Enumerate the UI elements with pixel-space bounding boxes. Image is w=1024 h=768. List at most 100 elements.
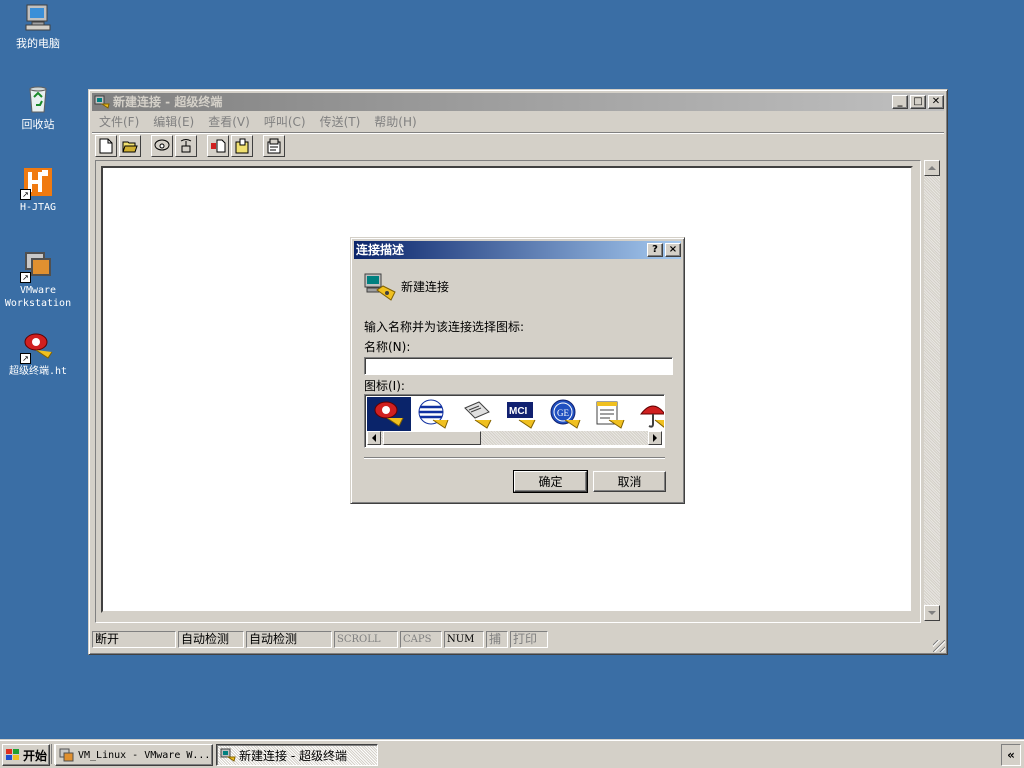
desktop-icon-hjtag[interactable]: ↗ H-JTAG — [0, 166, 76, 214]
properties-icon — [267, 138, 281, 154]
scroll-down-button[interactable] — [924, 605, 940, 621]
resize-grip[interactable] — [933, 640, 945, 652]
hyperterminal-icon — [94, 94, 110, 110]
menu-transfer[interactable]: 传送(T) — [313, 113, 368, 130]
receive-file-icon — [235, 138, 249, 154]
cancel-button[interactable]: 取消 — [593, 471, 666, 492]
icon-label: 图标(I): — [364, 379, 405, 393]
taskbar-item-label: 新建连接 - 超级终端 — [239, 748, 347, 763]
vmware-icon — [59, 747, 75, 763]
icon-option-ge-phone[interactable]: GE — [543, 397, 587, 431]
dialog-titlebar[interactable]: 连接描述 ? × — [354, 241, 681, 259]
minimize-button[interactable]: _ — [892, 95, 908, 109]
taskbar-item-vmware[interactable]: VM_Linux - VMware W... — [55, 744, 213, 766]
shortcut-arrow-icon: ↗ — [20, 189, 31, 200]
dialog-separator — [364, 457, 665, 459]
menu-help[interactable]: 帮助(H) — [367, 113, 423, 130]
status-detect-2: 自动检测 — [246, 631, 332, 648]
status-print: 打印 — [510, 631, 548, 648]
icon-option-globe-phone[interactable] — [411, 397, 455, 431]
windows-logo-icon — [5, 748, 21, 762]
vmware-icon: ↗ — [20, 249, 54, 283]
receive-button[interactable] — [231, 135, 253, 157]
taskbar-item-hyperterminal[interactable]: 新建连接 - 超级终端 — [216, 744, 378, 766]
icon-horizontal-scrollbar[interactable] — [367, 431, 662, 445]
ge-phone-icon: GE — [550, 399, 581, 429]
hyperterminal-icon — [220, 747, 236, 763]
status-scroll: SCROLL — [334, 631, 398, 648]
status-caps: CAPS — [400, 631, 442, 648]
hyperterminal-phone-icon: ↗ — [20, 330, 54, 364]
icon-option-red-phone[interactable] — [367, 397, 411, 431]
desktop-icon-my-computer[interactable]: 我的电脑 — [0, 2, 76, 50]
desktop-icon-vmware[interactable]: ↗ VMware Workstation — [0, 249, 76, 310]
red-phone-icon — [374, 401, 404, 427]
dialog-title: 连接描述 — [356, 243, 405, 257]
desktop-icon-label: 超级终端.ht — [8, 366, 68, 377]
hyperterminal-connection-icon — [363, 270, 397, 302]
connection-description-dialog: 连接描述 ? × 新建连接 输入名称并为该连接选择图标: 名称(N): 图标(I… — [350, 237, 685, 504]
desktop-icon-label: Workstation — [4, 298, 72, 309]
taskbar-item-label: VM_Linux - VMware W... — [78, 749, 211, 761]
window-titlebar[interactable]: 新建连接 - 超级终端 _ □ ✕ — [92, 93, 944, 111]
scroll-up-button[interactable] — [924, 160, 940, 176]
send-file-icon — [211, 139, 226, 153]
connection-name-input[interactable] — [364, 357, 673, 375]
desktop-icon-hyperterminal[interactable]: ↗ 超级终端.ht — [0, 330, 76, 378]
start-button[interactable]: 开始 — [2, 744, 50, 766]
maximize-button[interactable]: □ — [910, 95, 926, 109]
arrow-up-icon — [928, 166, 936, 170]
new-file-icon — [99, 138, 113, 154]
notepad-phone-icon — [596, 401, 625, 429]
status-connection: 断开 — [92, 631, 176, 648]
mci-phone-icon: MCI — [507, 402, 536, 429]
arrow-left-icon — [372, 434, 376, 442]
status-capture: 捕 — [486, 631, 508, 648]
window-title: 新建连接 - 超级终端 — [113, 95, 223, 109]
arrow-right-icon — [653, 434, 657, 442]
icon-option-fax-phone[interactable] — [455, 397, 499, 431]
scroll-left-button[interactable] — [367, 431, 381, 445]
icon-option-mci-phone[interactable]: MCI — [499, 397, 543, 431]
dialog-header-text: 新建连接 — [401, 279, 450, 294]
disconnect-button[interactable] — [175, 135, 197, 157]
desktop-icon-label: H-JTAG — [19, 202, 57, 213]
dialog-header: 新建连接 — [363, 270, 449, 302]
menubar: 文件(F) 编辑(E) 查看(V) 呼叫(C) 传送(T) 帮助(H) — [92, 112, 944, 131]
dialog-help-button[interactable]: ? — [647, 243, 663, 257]
close-button[interactable]: ✕ — [928, 95, 944, 109]
menu-call[interactable]: 呼叫(C) — [257, 113, 313, 130]
name-label: 名称(N): — [364, 340, 411, 354]
status-num: NUM — [444, 631, 484, 648]
new-file-button[interactable] — [95, 135, 117, 157]
dialog-close-button[interactable]: × — [665, 243, 681, 257]
dialog-instruction: 输入名称并为该连接选择图标: — [364, 320, 525, 334]
open-folder-icon — [122, 141, 138, 153]
arrow-down-icon — [928, 611, 936, 615]
icon-option-notepad-phone[interactable] — [587, 397, 631, 431]
scroll-right-button[interactable] — [648, 431, 662, 445]
menu-view[interactable]: 查看(V) — [201, 113, 257, 130]
svg-text:GE: GE — [557, 408, 569, 418]
umbrella-phone-icon — [639, 405, 664, 428]
start-label: 开始 — [23, 748, 48, 763]
toolbar — [92, 132, 944, 159]
menu-edit[interactable]: 编辑(E) — [146, 113, 201, 130]
scroll-thumb[interactable] — [383, 431, 481, 445]
icon-option-umbrella-phone[interactable] — [631, 397, 664, 431]
hangup-icon — [180, 139, 192, 153]
hjtag-icon: ↗ — [20, 166, 54, 200]
call-button[interactable] — [151, 135, 173, 157]
menu-file[interactable]: 文件(F) — [92, 113, 146, 130]
vertical-scrollbar[interactable] — [924, 160, 940, 621]
icon-selector[interactable]: MCI GE — [364, 394, 665, 448]
show-hidden-icons-button[interactable]: « — [1001, 744, 1021, 766]
status-detect-1: 自动检测 — [178, 631, 244, 648]
taskbar: 开始 VM_Linux - VMware W... 新建连接 - 超级终端 « — [0, 740, 1024, 768]
desktop-icon-recycle-bin[interactable]: 回收站 — [0, 83, 76, 131]
open-file-button[interactable] — [119, 135, 141, 157]
properties-button[interactable] — [263, 135, 285, 157]
send-button[interactable] — [207, 135, 229, 157]
ok-button[interactable]: 确定 — [513, 470, 588, 493]
statusbar: 断开 自动检测 自动检测 SCROLL CAPS NUM 捕 打印 — [92, 630, 944, 649]
